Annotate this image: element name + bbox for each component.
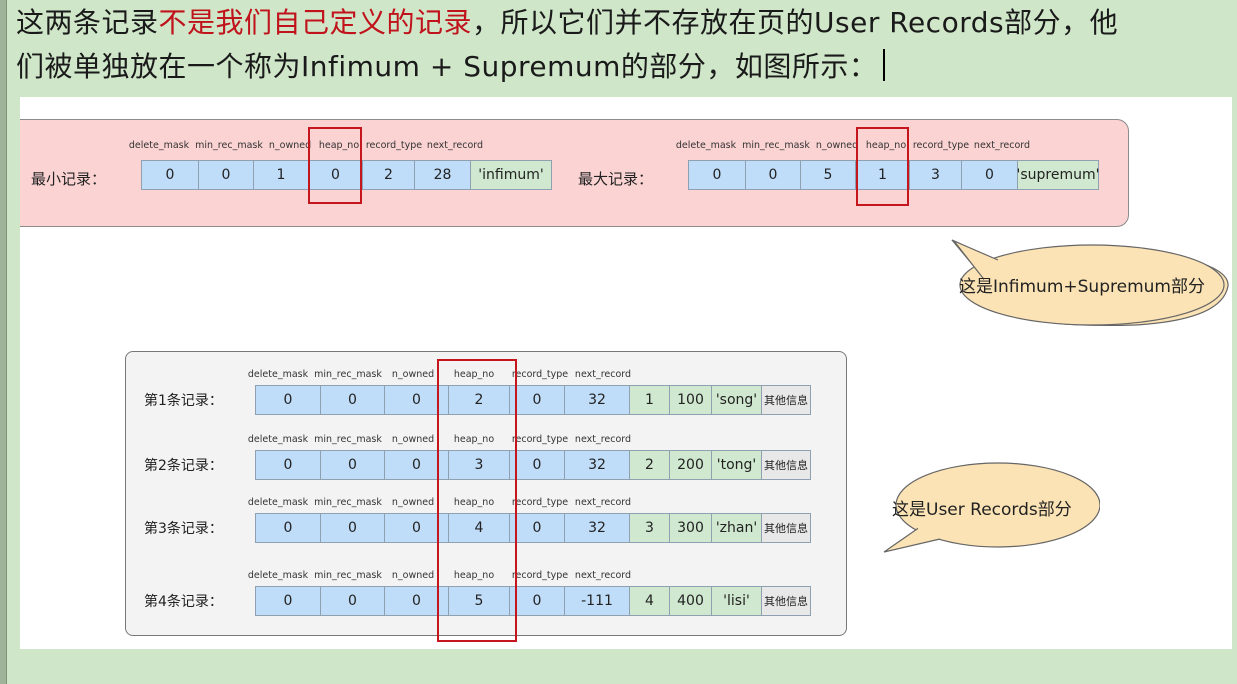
supremum-next-record-cell: 0 xyxy=(961,160,1017,190)
user-record-2-label: 第2条记录： xyxy=(144,458,223,474)
text-line-1-start: 这两条记录 xyxy=(16,6,159,39)
user-record-2-column-3-cell: 'tong' xyxy=(711,450,761,480)
user-record-2-header-min-rec-mask: min_rec_mask xyxy=(314,434,382,445)
user-record-2-row: 0 0 0 3 0 32 2 200'tong' 其他信息 xyxy=(255,450,811,480)
user-record-3-other-info-cell: 其他信息 xyxy=(761,513,811,543)
user-record-3-record-type-cell: 0 xyxy=(509,513,564,543)
user-record-4-min-rec-mask-cell: 0 xyxy=(320,586,384,616)
user-record-1-header-delete-mask: delete_mask xyxy=(247,369,309,380)
user-record-1-label: 第1条记录： xyxy=(144,393,223,409)
user-record-2-record-type-cell: 0 xyxy=(509,450,564,480)
user-record-4-column-1-cell: 4 xyxy=(629,586,669,616)
user-record-4-header-next-record: next_record xyxy=(574,570,632,581)
user-record-1-column-3-cell: 'song' xyxy=(711,385,761,415)
user-record-3-header-next-record: next_record xyxy=(574,497,632,508)
user-record-1-other-info-cell: 其他信息 xyxy=(761,385,811,415)
user-record-1-row: 0 0 0 2 0 32 1 100'song' 其他信息 xyxy=(255,385,811,415)
user-record-4-other-info-cell: 其他信息 xyxy=(761,586,811,616)
user-record-1-header-n-owned: n_owned xyxy=(391,369,435,380)
user-record-3-delete-mask-cell: 0 xyxy=(255,513,320,543)
user-record-2-header-n-owned: n_owned xyxy=(391,434,435,445)
supremum-delete-mask-cell: 0 xyxy=(688,160,745,190)
user-record-3-min-rec-mask-cell: 0 xyxy=(320,513,384,543)
text-cursor xyxy=(883,49,886,81)
supremum-header-n-owned: n_owned xyxy=(815,140,859,151)
left-gutter xyxy=(0,0,7,684)
user-record-2-header-delete-mask: delete_mask xyxy=(247,434,309,445)
highlighted-phrase: 不是我们自己定义的记录 xyxy=(158,6,473,39)
supremum-min-rec-mask-cell: 0 xyxy=(745,160,800,190)
user-record-1-header-next-record: next_record xyxy=(574,369,632,380)
text-line-2-content: 们被单独放在一个称为Infimum + Supremum的部分，如图所示： xyxy=(16,50,878,83)
diagram-image: 最小记录： 最大记录： delete_mask min_rec_mask n_own… xyxy=(20,97,1232,649)
user-record-4-column-3-cell: 'lisi' xyxy=(711,586,761,616)
user-record-4-delete-mask-cell: 0 xyxy=(255,586,320,616)
infimum-name-cell: 'infimum' xyxy=(470,160,552,190)
infimum-heap-no-highlight xyxy=(308,127,362,204)
user-records-callout-text: 这是User Records部分 xyxy=(892,500,1072,520)
supremum-header-min-rec-mask: min_rec_mask xyxy=(742,140,810,151)
supremum-heap-no-highlight xyxy=(856,127,909,206)
user-record-2-column-1-cell: 2 xyxy=(629,450,669,480)
user-heap-no-highlight xyxy=(437,359,517,642)
infimum-header-delete-mask: delete_mask xyxy=(128,140,190,151)
user-record-4-header-delete-mask: delete_mask xyxy=(247,570,309,581)
user-record-3-header-n-owned: n_owned xyxy=(391,497,435,508)
user-record-1-column-2-cell: 100 xyxy=(669,385,711,415)
user-record-2-min-rec-mask-cell: 0 xyxy=(320,450,384,480)
user-record-2-other-info-cell: 其他信息 xyxy=(761,450,811,480)
infimum-min-rec-mask-cell: 0 xyxy=(198,160,253,190)
user-record-4-next-record-cell: -111 xyxy=(564,586,629,616)
user-record-1-column-1-cell: 1 xyxy=(629,385,669,415)
infimum-record-type-cell: 2 xyxy=(362,160,414,190)
user-record-3-column-1-cell: 3 xyxy=(629,513,669,543)
infimum-header-min-rec-mask: min_rec_mask xyxy=(195,140,263,151)
text-line-1: 这两条记录不是我们自己定义的记录，所以它们并不存放在页的User Records… xyxy=(16,3,1118,43)
infimum-next-record-cell: 28 xyxy=(414,160,470,190)
user-record-3-header-min-rec-mask: min_rec_mask xyxy=(314,497,382,508)
user-record-3-next-record-cell: 32 xyxy=(564,513,629,543)
user-record-4-header-n-owned: n_owned xyxy=(391,570,435,581)
user-record-3-label: 第3条记录： xyxy=(144,521,223,537)
infimum-header-record-type: record_type xyxy=(365,140,423,151)
user-record-1-next-record-cell: 32 xyxy=(564,385,629,415)
text-line-1-end: ，所以它们并不存放在页的User Records部分，他 xyxy=(472,6,1119,39)
user-record-2-column-2-cell: 200 xyxy=(669,450,711,480)
infimum-delete-mask-cell: 0 xyxy=(141,160,198,190)
user-record-2-delete-mask-cell: 0 xyxy=(255,450,320,480)
user-record-1-delete-mask-cell: 0 xyxy=(255,385,320,415)
user-record-1-record-type-cell: 0 xyxy=(509,385,564,415)
user-record-4-label: 第4条记录： xyxy=(144,594,223,610)
text-line-2[interactable]: 们被单独放在一个称为Infimum + Supremum的部分，如图所示： xyxy=(16,47,886,87)
user-record-3-header-delete-mask: delete_mask xyxy=(247,497,309,508)
user-record-4-record-type-cell: 0 xyxy=(509,586,564,616)
user-record-3-column-3-cell: 'zhan' xyxy=(711,513,761,543)
supremum-label: 最大记录： xyxy=(578,170,654,188)
user-record-3-column-2-cell: 300 xyxy=(669,513,711,543)
supremum-header-delete-mask: delete_mask xyxy=(675,140,737,151)
supremum-record-type-cell: 3 xyxy=(909,160,961,190)
user-record-4-column-2-cell: 400 xyxy=(669,586,711,616)
user-record-3-row: 0 0 0 4 0 32 3 300'zhan' 其他信息 xyxy=(255,513,811,543)
supremum-header-next-record: next_record xyxy=(973,140,1031,151)
infimum-n-owned-cell: 1 xyxy=(253,160,308,190)
user-record-4-row: 0 0 0 5 0 -111 4 400'lisi' 其他信息 xyxy=(255,586,811,616)
supremum-name-cell: 'supremum' xyxy=(1017,160,1099,190)
infimum-header-next-record: next_record xyxy=(426,140,484,151)
user-record-1-min-rec-mask-cell: 0 xyxy=(320,385,384,415)
user-record-2-header-next-record: next_record xyxy=(574,434,632,445)
supremum-n-owned-cell: 5 xyxy=(800,160,855,190)
user-record-4-header-min-rec-mask: min_rec_mask xyxy=(314,570,382,581)
user-record-1-header-min-rec-mask: min_rec_mask xyxy=(314,369,382,380)
infimum-label: 最小记录： xyxy=(31,170,107,188)
supremum-header-record-type: record_type xyxy=(912,140,970,151)
system-records-callout-text: 这是Infimum+Supremum部分 xyxy=(959,277,1205,297)
user-record-2-next-record-cell: 32 xyxy=(564,450,629,480)
